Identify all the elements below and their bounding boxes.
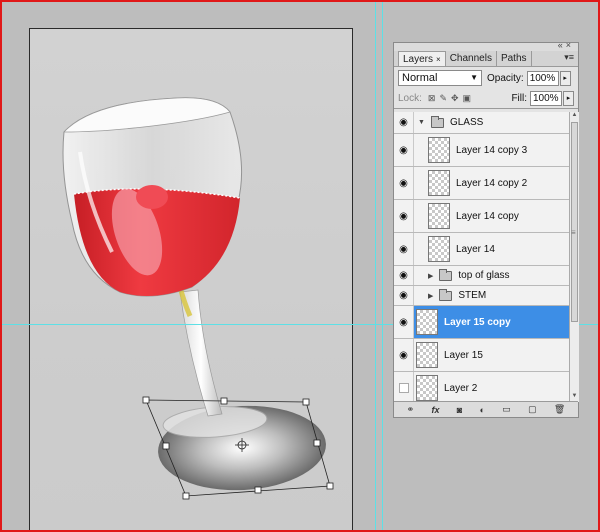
eye-icon[interactable]: ◉	[394, 134, 414, 166]
layers-panel: «× Layers × Channels Paths ▾≡ Normal ▼ Opa…	[393, 40, 579, 418]
opacity-label: Opacity:	[487, 72, 524, 84]
layers-list: ◉ ▼ GLASS ◉ Layer 14 copy 3 ◉ Layer 14 c…	[394, 112, 569, 402]
lock-label: Lock:	[398, 93, 422, 104]
layer-thumbnail	[428, 170, 450, 196]
layer-name: GLASS	[449, 117, 484, 128]
layer-thumbnail	[416, 309, 438, 335]
layer-name: STEM	[458, 290, 487, 301]
scroll-up-icon[interactable]: ▲	[570, 112, 579, 121]
eye-icon[interactable]: ◉	[394, 200, 414, 232]
layer-row[interactable]: Layer 2	[394, 372, 569, 402]
panel-collapse-close-icons[interactable]: «×	[558, 40, 574, 50]
layer-thumbnail	[416, 375, 438, 401]
lock-position-icon[interactable]: ✥	[451, 93, 459, 104]
panel-tabs: Layers × Channels Paths ▾≡	[394, 51, 578, 67]
eye-icon[interactable]: ◉	[394, 306, 414, 338]
new-group-icon[interactable]: ▭	[502, 404, 511, 415]
layer-group-stem[interactable]: ◉ ▶ STEM	[394, 286, 569, 306]
layer-name: Layer 2	[444, 382, 478, 394]
layer-thumbnail	[428, 203, 450, 229]
layer-row[interactable]: ◉ Layer 14 copy	[394, 200, 569, 233]
layer-row[interactable]: ◉ Layer 15	[394, 339, 569, 372]
adjustment-layer-icon[interactable]: ◐	[480, 405, 485, 415]
opacity-input[interactable]: 100%	[526, 70, 559, 86]
tab-channels[interactable]: Channels	[446, 51, 497, 66]
layer-name: Layer 14 copy	[456, 210, 519, 222]
guide-vertical	[375, 2, 376, 530]
scroll-thumb[interactable]	[571, 122, 578, 322]
layer-name: Layer 14	[456, 243, 495, 255]
blend-mode-select[interactable]: Normal ▼	[398, 70, 482, 86]
eye-icon[interactable]: ◉	[394, 266, 414, 285]
layer-group-top-of-glass[interactable]: ◉ ▶ top of glass	[394, 266, 569, 286]
lock-all-icon[interactable]: ▣	[463, 93, 472, 104]
panel-menu-icon[interactable]: ▾≡	[564, 52, 574, 63]
fill-label: Fill:	[511, 93, 527, 104]
layers-scrollbar[interactable]: ▲ ≡ ▼	[569, 112, 579, 402]
guide-vertical	[382, 2, 383, 530]
layer-row[interactable]: ◉ Layer 14 copy 2	[394, 167, 569, 200]
trash-icon[interactable]: 🗑	[554, 404, 565, 415]
folder-icon	[439, 268, 453, 281]
tab-paths[interactable]: Paths	[497, 51, 532, 66]
fill-input[interactable]: 100%	[530, 91, 562, 106]
blend-row: Normal ▼ Opacity: 100% ▸	[394, 67, 578, 89]
chevron-down-icon: ▼	[470, 73, 478, 82]
fx-icon[interactable]: fx	[431, 405, 439, 415]
photoshop-workspace: «× Layers × Channels Paths ▾≡ Normal ▼ Opa…	[0, 0, 600, 532]
eye-icon[interactable]: ◉	[394, 339, 414, 371]
lock-row: Lock: ⊠ ✎ ✥ ▣ Fill: 100% ▸	[394, 89, 578, 109]
eye-icon[interactable]: ◉	[394, 167, 414, 199]
layers-panel-footer: ⚭ fx ◙ ◐ ▭ ▢ 🗑	[394, 401, 578, 417]
new-layer-icon[interactable]: ▢	[528, 404, 537, 415]
expand-triangle-icon[interactable]: ▼	[418, 119, 425, 126]
layer-name: Layer 15 copy	[444, 316, 511, 328]
lock-paint-icon[interactable]: ✎	[439, 93, 447, 104]
folder-icon	[439, 288, 453, 301]
add-mask-icon[interactable]: ◙	[457, 405, 462, 415]
layer-thumbnail	[416, 342, 438, 368]
layer-row[interactable]: ◉ Layer 14	[394, 233, 569, 266]
layer-name: Layer 14 copy 3	[456, 144, 528, 156]
layer-name: top of glass	[458, 270, 510, 281]
eye-icon[interactable]: ◉	[394, 233, 414, 265]
layer-row-selected[interactable]: ◉ Layer 15 copy	[394, 306, 569, 339]
close-icon[interactable]: ×	[436, 55, 441, 64]
layer-thumbnail	[428, 236, 450, 262]
folder-icon	[430, 115, 444, 128]
visibility-toggle[interactable]	[394, 372, 414, 402]
eye-icon[interactable]: ◉	[394, 112, 414, 133]
eye-icon[interactable]: ◉	[394, 286, 414, 305]
layer-group-glass[interactable]: ◉ ▼ GLASS	[394, 112, 569, 134]
layer-name: Layer 15	[444, 349, 483, 361]
tab-layers[interactable]: Layers ×	[398, 51, 446, 66]
opacity-slider-button[interactable]: ▸	[559, 70, 571, 86]
layer-thumbnail	[428, 137, 450, 163]
fill-slider-button[interactable]: ▸	[563, 91, 574, 106]
expand-triangle-icon[interactable]: ▶	[428, 292, 433, 300]
layer-name: Layer 14 copy 2	[456, 177, 528, 189]
link-layers-icon[interactable]: ⚭	[407, 404, 415, 415]
lock-transparent-icon[interactable]: ⊠	[428, 93, 436, 104]
layer-row[interactable]: ◉ Layer 14 copy 3	[394, 134, 569, 167]
expand-triangle-icon[interactable]: ▶	[428, 272, 433, 280]
